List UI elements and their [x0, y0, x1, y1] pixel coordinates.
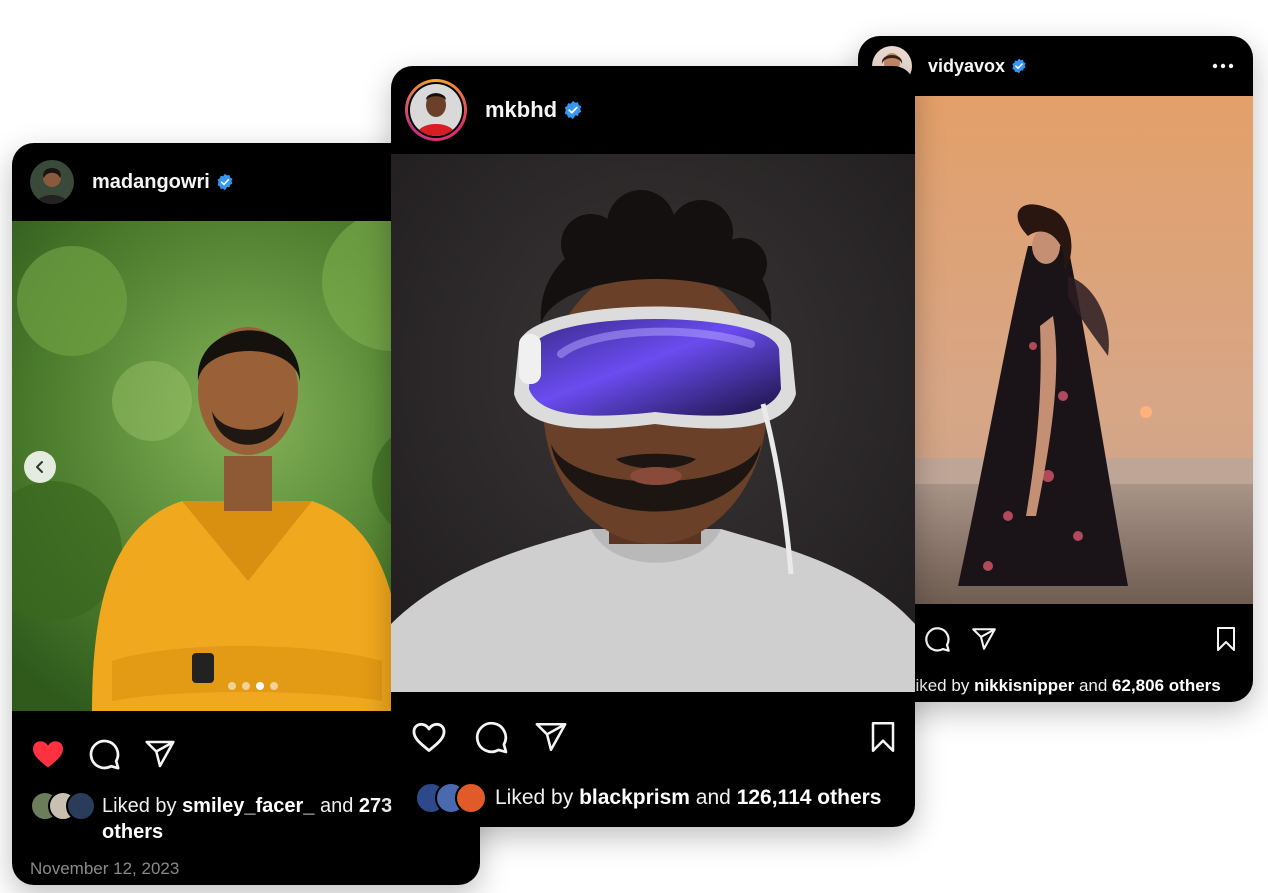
liked-by-prefix: Liked by	[906, 676, 970, 695]
bookmark-icon	[871, 722, 895, 752]
share-icon	[972, 628, 996, 650]
username[interactable]: vidyavox	[928, 56, 1005, 77]
comment-button[interactable]	[921, 623, 953, 655]
likes-summary: Liked by smiley_facer_ and 273 others	[30, 791, 400, 845]
verified-badge-icon	[217, 173, 233, 191]
like-button[interactable]	[409, 717, 449, 757]
verified-badge-icon	[564, 100, 582, 120]
liked-by-user[interactable]: nikkisnipper	[974, 675, 1074, 697]
liked-count[interactable]: 126,114	[737, 784, 812, 812]
carousel-dot	[270, 682, 278, 690]
post-photo[interactable]	[391, 154, 915, 692]
more-options-icon	[1212, 63, 1234, 69]
share-button[interactable]	[968, 623, 1000, 655]
comment-icon	[475, 721, 508, 754]
avatar	[455, 782, 487, 814]
post-actions	[391, 714, 915, 760]
liked-by-prefix: Liked by	[102, 795, 177, 817]
share-button[interactable]	[531, 717, 571, 757]
post-actions	[858, 620, 1253, 658]
verified-badge-icon	[1012, 58, 1026, 74]
share-icon	[535, 722, 567, 752]
share-button[interactable]	[140, 734, 180, 774]
username[interactable]: madangowri	[92, 171, 210, 194]
comment-icon	[89, 739, 120, 770]
liked-count[interactable]: 273	[359, 795, 392, 817]
likes-summary: Liked by nikkisnipper and 62,806 others	[874, 673, 1221, 699]
avatar[interactable]	[30, 160, 74, 204]
carousel-prev-button[interactable]	[24, 451, 56, 483]
liked-and: and	[1078, 676, 1108, 695]
avatar	[66, 791, 96, 821]
post-date: November 12, 2023	[30, 859, 180, 878]
comment-icon	[925, 627, 950, 652]
more-options-button[interactable]	[1211, 54, 1235, 78]
share-icon	[145, 740, 175, 768]
likes-summary: Liked by blackprism and 126,114 others	[415, 782, 881, 814]
liked-and: and	[319, 795, 354, 817]
username[interactable]: mkbhd	[485, 97, 557, 123]
liked-others[interactable]: others	[102, 821, 163, 843]
carousel-indicator	[228, 682, 278, 690]
post-card-vidyavox: vidyavox Liked by nikkisnipper and 62,80…	[858, 36, 1253, 702]
liked-others[interactable]: others	[1169, 675, 1221, 697]
bookmark-button[interactable]	[865, 717, 901, 757]
liked-by-prefix: Liked by	[495, 786, 574, 809]
liker-avatars[interactable]	[30, 791, 96, 821]
carousel-dot-active	[256, 682, 264, 690]
like-button[interactable]	[28, 734, 68, 774]
avatar[interactable]	[405, 79, 467, 141]
liked-and: and	[695, 786, 731, 809]
post-header: vidyavox	[858, 36, 1253, 96]
liked-by-user[interactable]: smiley_facer_	[182, 795, 314, 817]
comment-button[interactable]	[84, 734, 124, 774]
carousel-dot	[228, 682, 236, 690]
carousel-dot	[242, 682, 250, 690]
liker-avatars[interactable]	[415, 782, 487, 814]
liked-by-user[interactable]: blackprism	[579, 784, 690, 812]
liked-others[interactable]: others	[817, 784, 881, 812]
bookmark-icon	[1217, 627, 1235, 651]
heart-icon	[412, 722, 446, 752]
liked-count[interactable]: 62,806	[1112, 675, 1164, 697]
chevron-left-icon	[36, 461, 43, 473]
post-header: mkbhd	[391, 66, 915, 154]
post-photo[interactable]	[858, 96, 1253, 604]
post-card-mkbhd: mkbhd Liked by blackprism and 126,114 ot…	[391, 66, 915, 827]
bookmark-button[interactable]	[1211, 623, 1241, 655]
heart-icon	[33, 741, 63, 768]
comment-button[interactable]	[471, 717, 511, 757]
